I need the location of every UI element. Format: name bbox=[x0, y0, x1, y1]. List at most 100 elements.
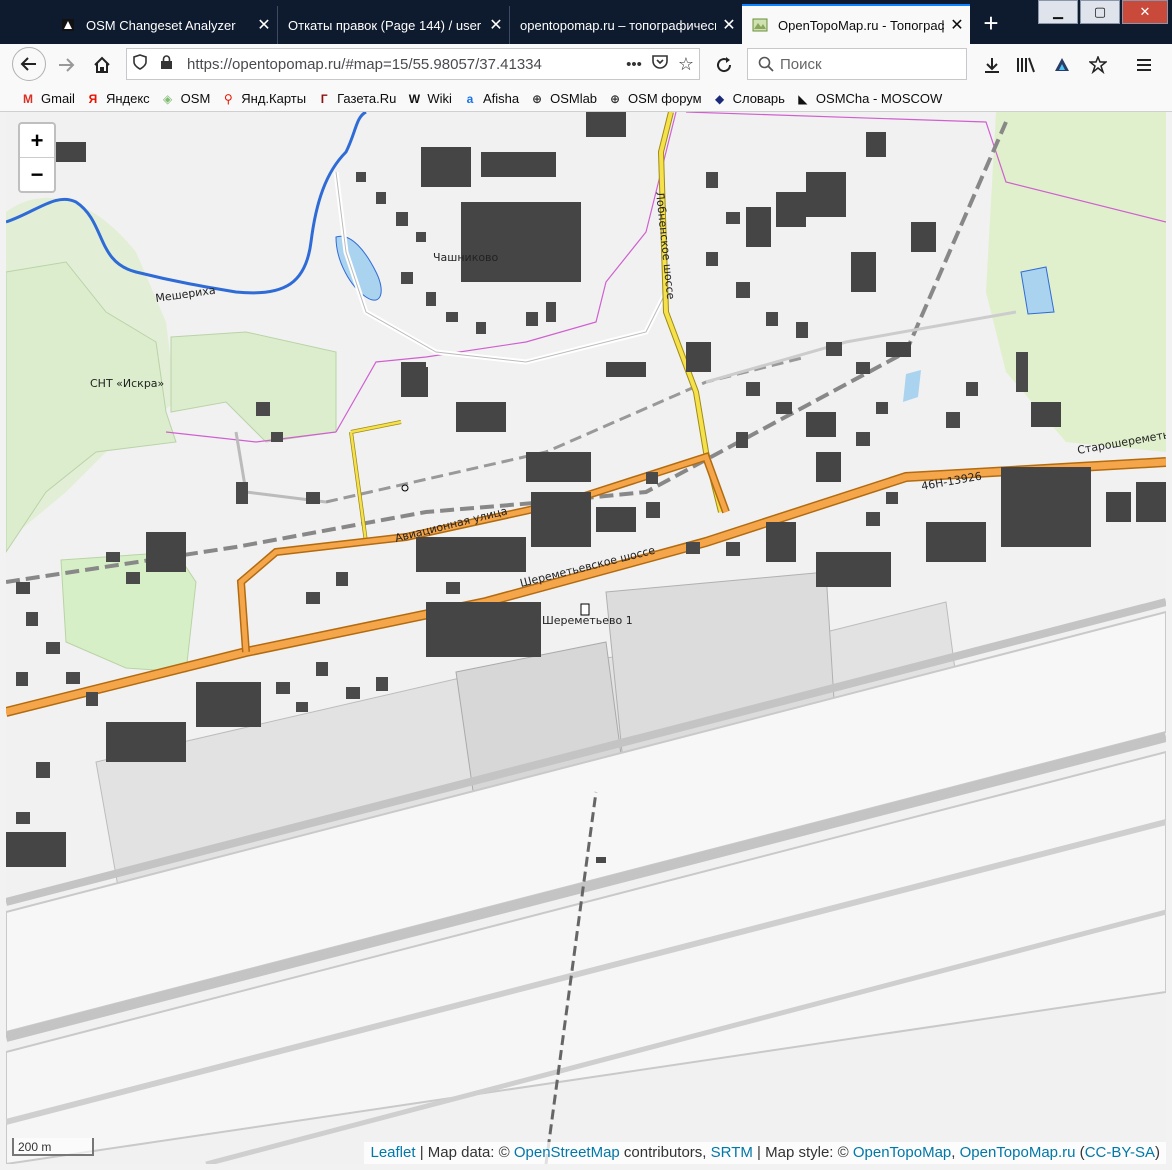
minimize-button[interactable]: ▁ bbox=[1038, 0, 1078, 24]
label-snt-iskra: СНТ «Искра» bbox=[90, 377, 164, 390]
extensions-button[interactable] bbox=[1082, 49, 1114, 81]
osmcha-icon bbox=[62, 19, 74, 31]
close-icon[interactable]: ✕ bbox=[483, 15, 509, 35]
account-icon bbox=[1055, 58, 1069, 71]
star-icon[interactable]: ☆ bbox=[673, 54, 699, 75]
bookmark-label: OSMlab bbox=[550, 91, 598, 106]
arrow-right-icon bbox=[59, 58, 75, 72]
shield-icon[interactable] bbox=[127, 54, 153, 74]
bookmark-item[interactable]: Г Газета.Ru bbox=[316, 91, 397, 107]
bookmark-label: Gmail bbox=[41, 91, 75, 106]
label-sheremetyevo1: Шереметьево 1 bbox=[542, 614, 633, 627]
bookmark-icon: M bbox=[23, 91, 33, 106]
bookmark-item[interactable]: ⊕ OSM форум bbox=[607, 91, 702, 107]
address-bar[interactable]: https://opentopomap.ru/#map=15/55.98057/… bbox=[126, 48, 700, 80]
close-icon[interactable]: ✕ bbox=[944, 15, 970, 35]
tab-otkaty[interactable]: Откаты правок (Page 144) / user ✕ bbox=[278, 6, 510, 44]
library-button[interactable] bbox=[1010, 49, 1042, 81]
bookmark-item[interactable]: ◈ OSM bbox=[160, 91, 211, 107]
zoom-control: + − bbox=[18, 122, 56, 193]
tab-title: opentopomap.ru – топографическая bbox=[520, 17, 716, 33]
attribution-text: | Map style: © bbox=[752, 1144, 853, 1161]
bookmark-icon: ⚲ bbox=[223, 91, 233, 106]
bookmark-item[interactable]: ⚲ Янд.Карты bbox=[220, 91, 306, 107]
bookmark-label: Газета.Ru bbox=[337, 91, 397, 106]
tab-title: OSM Changeset Analyzer bbox=[86, 17, 236, 33]
license-link[interactable]: CC-BY-SA bbox=[1085, 1144, 1155, 1161]
tab-osmcha[interactable]: OSM Changeset Analyzer ✕ bbox=[50, 6, 278, 44]
page-actions-icon[interactable]: ••• bbox=[621, 56, 647, 73]
bookmark-label: Afisha bbox=[482, 91, 520, 106]
leaflet-link[interactable]: Leaflet bbox=[370, 1144, 415, 1161]
bookmark-label: Wiki bbox=[427, 91, 452, 106]
attribution-text: contributors, bbox=[619, 1144, 711, 1161]
new-tab-button[interactable]: + bbox=[976, 8, 1006, 38]
tab-opentopomap-active[interactable]: OpenTopoMap.ru - Топография ✕ bbox=[742, 4, 970, 44]
forward-button[interactable] bbox=[50, 49, 82, 81]
bookmark-icon: ⊕ bbox=[610, 91, 621, 106]
zoom-in-button[interactable]: + bbox=[20, 124, 54, 157]
bookmark-icon: ◈ bbox=[163, 91, 173, 106]
bookmark-item[interactable]: ⊕ OSMlab bbox=[529, 91, 597, 107]
search-box[interactable] bbox=[747, 48, 967, 80]
attribution-text: ( bbox=[1075, 1144, 1085, 1161]
search-input[interactable] bbox=[778, 54, 952, 74]
reload-icon bbox=[717, 57, 732, 73]
map-icon bbox=[752, 18, 768, 32]
pocket-icon[interactable] bbox=[647, 55, 673, 73]
bookmark-icon: Я bbox=[88, 91, 98, 106]
menu-button[interactable] bbox=[1128, 49, 1160, 81]
bookmark-item[interactable]: W Wiki bbox=[406, 91, 452, 107]
bookmark-label: Янд.Карты bbox=[241, 91, 307, 106]
attribution-text: , bbox=[951, 1144, 960, 1161]
srtm-link[interactable]: SRTM bbox=[711, 1144, 753, 1161]
window-controls: ▁ ▢ ✕ bbox=[1038, 0, 1168, 24]
extension-icon bbox=[1089, 56, 1107, 74]
bookmark-icon: a bbox=[466, 91, 474, 106]
tab-opentopomap-wiki[interactable]: opentopomap.ru – топографическая ✕ bbox=[510, 6, 742, 44]
zoom-out-button[interactable]: − bbox=[20, 157, 54, 191]
bookmark-icon: ⊕ bbox=[532, 91, 543, 106]
arrow-left-icon bbox=[20, 57, 36, 71]
bookmark-item[interactable]: a Afisha bbox=[462, 91, 519, 107]
close-icon[interactable]: ✕ bbox=[251, 15, 277, 35]
hamburger-icon bbox=[1137, 59, 1151, 71]
back-button[interactable] bbox=[12, 47, 46, 81]
attribution-text: | Map data: © bbox=[415, 1144, 514, 1161]
bookmark-label: Словарь bbox=[732, 91, 785, 106]
bookmark-label: Яндекс bbox=[105, 91, 150, 106]
sync-button[interactable] bbox=[1046, 49, 1078, 81]
map-canvas[interactable]: Мешериха Чашниково СНТ «Искра» Лобненско… bbox=[6, 112, 1166, 1164]
bookmark-icon: Г bbox=[320, 91, 328, 106]
url-text[interactable]: https://opentopomap.ru/#map=15/55.98057/… bbox=[187, 56, 621, 73]
maximize-button[interactable]: ▢ bbox=[1080, 0, 1120, 24]
library-icon bbox=[1017, 57, 1035, 73]
bookmarks-toolbar: M Gmail Я Яндекс ◈ OSM ⚲ Янд.Карты Г Газета.Ru W Wi… bbox=[0, 86, 1172, 112]
home-button[interactable] bbox=[86, 49, 118, 81]
bookmark-icon: ◆ bbox=[714, 91, 725, 106]
bookmark-item[interactable]: M Gmail bbox=[20, 91, 75, 107]
close-icon[interactable]: ✕ bbox=[716, 15, 742, 35]
opentopomap-link[interactable]: OpenTopoMap bbox=[853, 1144, 951, 1161]
map-view[interactable]: Мешериха Чашниково СНТ «Искра» Лобненско… bbox=[6, 112, 1166, 1164]
tab-title: OpenTopoMap.ru - Топография bbox=[778, 17, 944, 33]
bookmark-label: OSM форум bbox=[628, 91, 702, 106]
home-icon bbox=[94, 56, 110, 73]
bookmark-label: OSM bbox=[180, 91, 211, 106]
download-icon bbox=[985, 58, 999, 73]
bookmark-item[interactable]: ◆ Словарь bbox=[712, 91, 785, 107]
downloads-button[interactable] bbox=[976, 49, 1008, 81]
lock-icon[interactable] bbox=[153, 54, 179, 74]
bookmark-label: OSMCha - MOSCOW bbox=[815, 91, 943, 106]
close-window-button[interactable]: ✕ bbox=[1122, 0, 1168, 24]
bookmark-item[interactable]: Я Яндекс bbox=[85, 91, 150, 107]
scale-bar: 200 m bbox=[12, 1138, 94, 1156]
osm-link[interactable]: OpenStreetMap bbox=[514, 1144, 620, 1161]
attribution-text: ) bbox=[1155, 1144, 1160, 1161]
bookmark-item[interactable]: ◣ OSMCha - MOSCOW bbox=[795, 91, 942, 107]
reload-button[interactable] bbox=[708, 49, 740, 81]
tab-title: Откаты правок (Page 144) / user bbox=[288, 17, 482, 33]
opentopomap-ru-link[interactable]: OpenTopoMap.ru bbox=[960, 1144, 1076, 1161]
navigation-toolbar: https://opentopomap.ru/#map=15/55.98057/… bbox=[0, 44, 1172, 86]
tab-strip: OSM Changeset Analyzer ✕ Откаты правок (… bbox=[0, 0, 1172, 44]
